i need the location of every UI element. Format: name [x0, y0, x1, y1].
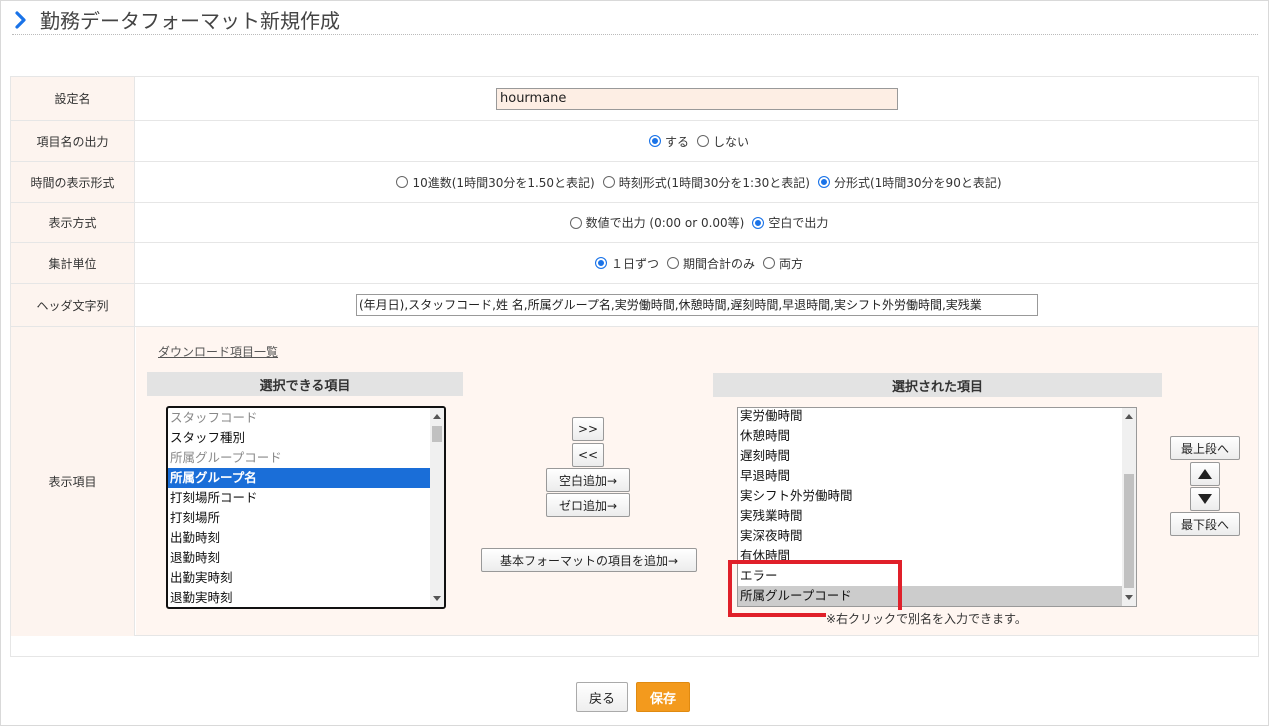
list-item[interactable]: 出勤実時刻 — [168, 568, 444, 588]
list-item[interactable]: 実労働時間 — [738, 408, 1136, 426]
list-item[interactable]: 出勤時刻 — [168, 528, 444, 548]
list-item[interactable]: 退勤時刻 — [168, 548, 444, 568]
list-item-selected[interactable]: 所属グループ名 — [168, 468, 444, 488]
radio-off[interactable] — [763, 257, 775, 269]
aggregation-unit-label: 集計単位 — [11, 243, 135, 283]
item-name-output-label: 項目名の出力 — [11, 121, 135, 161]
move-to-top-button[interactable]: 最上段へ — [1170, 436, 1240, 460]
arrow-up-icon — [1198, 469, 1212, 479]
time-format-clock[interactable]: 時刻形式(1時間30分を1:30と表記) — [597, 174, 810, 191]
list-item[interactable]: 所属グループコード — [168, 448, 444, 468]
list-item[interactable]: 早退時間 — [738, 466, 1136, 486]
page-title: 勤務データフォーマット新規作成 — [12, 5, 1258, 35]
radio-off[interactable] — [666, 257, 679, 269]
display-items-body: ダウンロード項目一覧 選択できる項目 スタッフコード スタッフ種別 所属グループ… — [136, 327, 1258, 635]
list-item[interactable]: 退勤実時刻 — [168, 588, 444, 607]
header-string-input[interactable]: (年月日),スタッフコード,姓 名,所属グループ名,実労働時間,休憩時間,遅刻時… — [356, 294, 1038, 316]
scroll-thumb[interactable] — [1124, 474, 1134, 588]
radio-off[interactable] — [697, 135, 709, 147]
available-list-scrollbar[interactable] — [430, 408, 444, 607]
radio-off[interactable] — [602, 176, 615, 188]
display-mode-label: 表示方式 — [11, 203, 135, 242]
scroll-up-arrow-icon[interactable] — [1125, 414, 1133, 419]
row-time-format: 時間の表示形式 10進数(1時間30分を1.50と表記) 時刻形式(1時間30分… — [11, 162, 1258, 203]
format-form: 設定名 hourmane 項目名の出力 する しない 時間の表示形式 10進数(… — [10, 76, 1259, 657]
add-item-button[interactable]: >> — [572, 417, 604, 441]
list-item[interactable]: 実残業時間 — [738, 506, 1136, 526]
scroll-thumb[interactable] — [432, 426, 442, 442]
add-basic-format-button[interactable]: 基本フォーマットの項目を追加→ — [481, 548, 697, 572]
radio-off[interactable] — [569, 216, 582, 229]
time-format-decimal[interactable]: 10進数(1時間30分を1.50と表記) — [390, 174, 595, 191]
list-item[interactable]: 遅刻時間 — [738, 446, 1136, 466]
row-display-mode: 表示方式 数値で出力 (0:00 or 0.00等) 空白で出力 — [11, 203, 1258, 243]
item-name-output-on[interactable]: する — [643, 133, 689, 150]
list-item[interactable]: 実シフト外労働時間 — [738, 486, 1136, 506]
header-string-label: ヘッダ文字列 — [11, 284, 135, 326]
download-items-link[interactable]: ダウンロード項目一覧 — [158, 343, 278, 360]
list-item[interactable]: 打刻場所 — [168, 508, 444, 528]
available-items-list[interactable]: スタッフコード スタッフ種別 所属グループコード 所属グループ名 打刻場所コード… — [166, 406, 446, 609]
save-button[interactable]: 保存 — [636, 682, 690, 712]
display-items-label: 表示項目 — [11, 327, 135, 636]
move-down-button[interactable] — [1190, 487, 1220, 511]
rename-note: ※右クリックで別名を入力できます。 — [826, 610, 1027, 627]
row-item-name-output: 項目名の出力 する しない — [11, 121, 1258, 162]
back-button[interactable]: 戻る — [576, 682, 628, 712]
radio-on[interactable] — [817, 176, 830, 188]
move-up-button[interactable] — [1190, 462, 1220, 486]
list-item[interactable]: 実深夜時間 — [738, 526, 1136, 546]
list-item[interactable]: スタッフコード — [168, 408, 444, 428]
scroll-down-arrow-icon[interactable] — [433, 596, 441, 601]
available-items-heading: 選択できる項目 — [147, 372, 463, 396]
add-zero-button[interactable]: ゼロ追加→ — [546, 493, 630, 517]
list-item[interactable]: 休憩時間 — [738, 426, 1136, 446]
radio-on[interactable] — [648, 135, 661, 147]
radio-off[interactable] — [396, 176, 409, 188]
radio-on[interactable] — [752, 216, 765, 229]
selected-items-heading: 選択された項目 — [713, 373, 1162, 397]
list-item[interactable]: 打刻場所コード — [168, 488, 444, 508]
list-item[interactable]: スタッフ種別 — [168, 428, 444, 448]
move-to-bottom-button[interactable]: 最下段へ — [1170, 512, 1240, 536]
setting-name-label: 設定名 — [11, 77, 135, 120]
red-highlight-box — [728, 560, 902, 617]
radio-on[interactable] — [594, 257, 607, 269]
aggregation-period[interactable]: 期間合計のみ — [661, 255, 755, 272]
item-name-output-off[interactable]: しない — [691, 133, 749, 150]
scroll-down-arrow-icon[interactable] — [1125, 595, 1133, 600]
time-format-label: 時間の表示形式 — [11, 162, 135, 202]
selected-list-scrollbar[interactable] — [1122, 408, 1136, 606]
add-blank-button[interactable]: 空白追加→ — [546, 468, 630, 492]
chevron-right-icon — [12, 8, 36, 32]
remove-item-button[interactable]: << — [572, 443, 604, 467]
aggregation-daily[interactable]: １日ずつ — [589, 255, 659, 272]
page-title-text: 勤務データフォーマット新規作成 — [40, 9, 340, 33]
available-items-rows: スタッフコード スタッフ種別 所属グループコード 所属グループ名 打刻場所コード… — [168, 408, 444, 607]
row-aggregation-unit: 集計単位 １日ずつ 期間合計のみ 両方 — [11, 243, 1258, 284]
row-setting-name: 設定名 hourmane — [11, 77, 1258, 121]
display-mode-blank[interactable]: 空白で出力 — [746, 214, 828, 231]
setting-name-input[interactable]: hourmane — [496, 87, 898, 110]
scroll-up-arrow-icon[interactable] — [433, 414, 441, 419]
row-display-items: 表示項目 ダウンロード項目一覧 選択できる項目 スタッフコード スタッフ種別 所… — [11, 327, 1258, 636]
time-format-minutes[interactable]: 分形式(1時間30分を90と表記) — [812, 174, 1002, 191]
aggregation-both[interactable]: 両方 — [757, 255, 803, 272]
display-mode-number[interactable]: 数値で出力 (0:00 or 0.00等) — [564, 214, 744, 231]
arrow-down-icon — [1198, 494, 1212, 504]
row-header-string: ヘッダ文字列 (年月日),スタッフコード,姓 名,所属グループ名,実労働時間,休… — [11, 284, 1258, 327]
